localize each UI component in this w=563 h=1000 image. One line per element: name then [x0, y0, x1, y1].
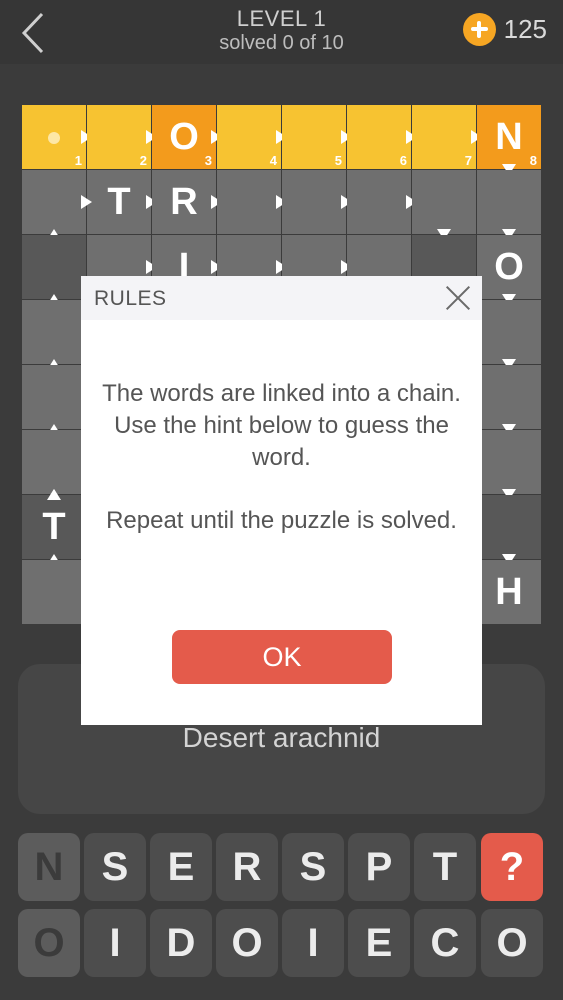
- modal-overlay: RULES The words are linked into a chain.…: [0, 0, 563, 1000]
- dialog-title: RULES: [94, 287, 167, 310]
- rules-paragraph-2: Repeat until the puzzle is solved.: [106, 507, 457, 534]
- rules-dialog: RULES The words are linked into a chain.…: [81, 276, 482, 725]
- dialog-header: RULES: [81, 276, 482, 320]
- rules-paragraph-1: The words are linked into a chain. Use t…: [102, 380, 461, 471]
- close-icon[interactable]: [444, 284, 472, 312]
- ok-button[interactable]: OK: [172, 630, 392, 684]
